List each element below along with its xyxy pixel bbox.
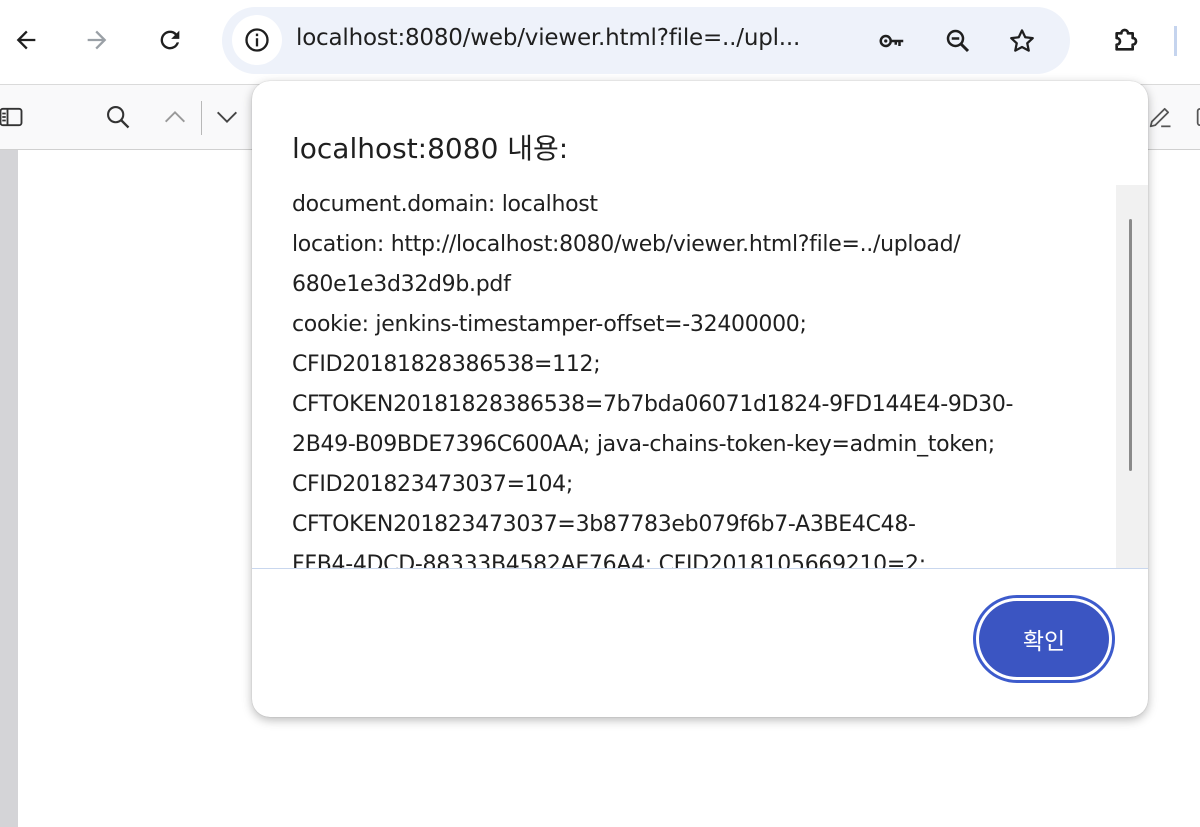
more-tools-button[interactable] <box>1190 100 1200 134</box>
find-icon <box>107 106 130 129</box>
site-info-button[interactable] <box>232 15 282 65</box>
bookmark-button[interactable] <box>1004 23 1040 59</box>
message-line: FFB4-4DCD-88333B4582AE76A4; CFID20181056… <box>292 552 926 568</box>
previous-page-icon <box>165 111 185 123</box>
dialog-divider <box>252 568 1148 569</box>
message-line: document.domain: localhost <box>292 192 598 217</box>
message-line: 2B49-B09BDE7396C600AA; java-chains-token… <box>292 432 995 457</box>
sidebar-toggle-button[interactable] <box>0 100 28 134</box>
password-key-icon <box>879 34 904 48</box>
forward-button[interactable] <box>75 18 119 62</box>
dialog-title: localhost:8080 내용: <box>292 132 569 165</box>
scrollbar-thumb[interactable] <box>1129 219 1132 471</box>
reload-icon <box>160 30 180 50</box>
back-button[interactable] <box>4 18 48 62</box>
profile-button-edge[interactable] <box>1174 26 1177 56</box>
address-bar[interactable]: localhost:8080/web/viewer.html?file=../u… <box>222 7 1070 74</box>
message-line: cookie: jenkins-timestamper-offset=-3240… <box>292 312 807 337</box>
toolbar-separator <box>201 101 202 135</box>
dialog-message[interactable]: document.domain: localhost location: htt… <box>292 185 1112 568</box>
message-line: location: http://localhost:8080/web/view… <box>292 232 961 257</box>
edit-button[interactable] <box>1143 100 1177 134</box>
extensions-icon <box>1115 28 1138 51</box>
tools-icon <box>1196 107 1200 127</box>
back-icon <box>16 30 36 50</box>
edit-pen-icon <box>1149 107 1171 128</box>
previous-page-button[interactable] <box>158 100 192 134</box>
pdf-sidebar-gutter <box>0 150 18 827</box>
site-info-icon <box>245 28 269 52</box>
message-line: CFTOKEN201823473037=3b87783eb079f6b7-A3B… <box>292 512 916 537</box>
message-line: CFID20181828386538=112; <box>292 352 601 377</box>
ok-button-label: 확인 <box>979 601 1109 677</box>
alert-dialog: localhost:8080 내용: document.domain: loca… <box>252 81 1148 717</box>
message-line: CFID201823473037=104; <box>292 472 573 497</box>
extensions-button[interactable] <box>1104 18 1148 62</box>
find-button[interactable] <box>101 100 135 134</box>
message-line: CFTOKEN20181828386538=7b7bda06071d1824-9… <box>292 392 1014 417</box>
reload-button[interactable] <box>148 18 192 62</box>
zoom-button[interactable] <box>940 23 976 59</box>
url-text[interactable]: localhost:8080/web/viewer.html?file=../u… <box>296 25 856 57</box>
dialog-scrollbar[interactable] <box>1116 185 1148 568</box>
password-key-button[interactable] <box>874 23 910 59</box>
bookmark-star-icon <box>1010 29 1034 52</box>
ok-button[interactable]: 확인 <box>973 595 1115 683</box>
browser-toolbar: localhost:8080/web/viewer.html?file=../u… <box>0 0 1200 84</box>
forward-icon <box>87 30 107 50</box>
next-page-icon <box>217 111 237 123</box>
zoom-icon <box>946 29 970 53</box>
message-line: 680e1e3d32d9b.pdf <box>292 272 511 297</box>
sidebar-toggle-icon <box>0 107 23 127</box>
next-page-button[interactable] <box>210 100 244 134</box>
